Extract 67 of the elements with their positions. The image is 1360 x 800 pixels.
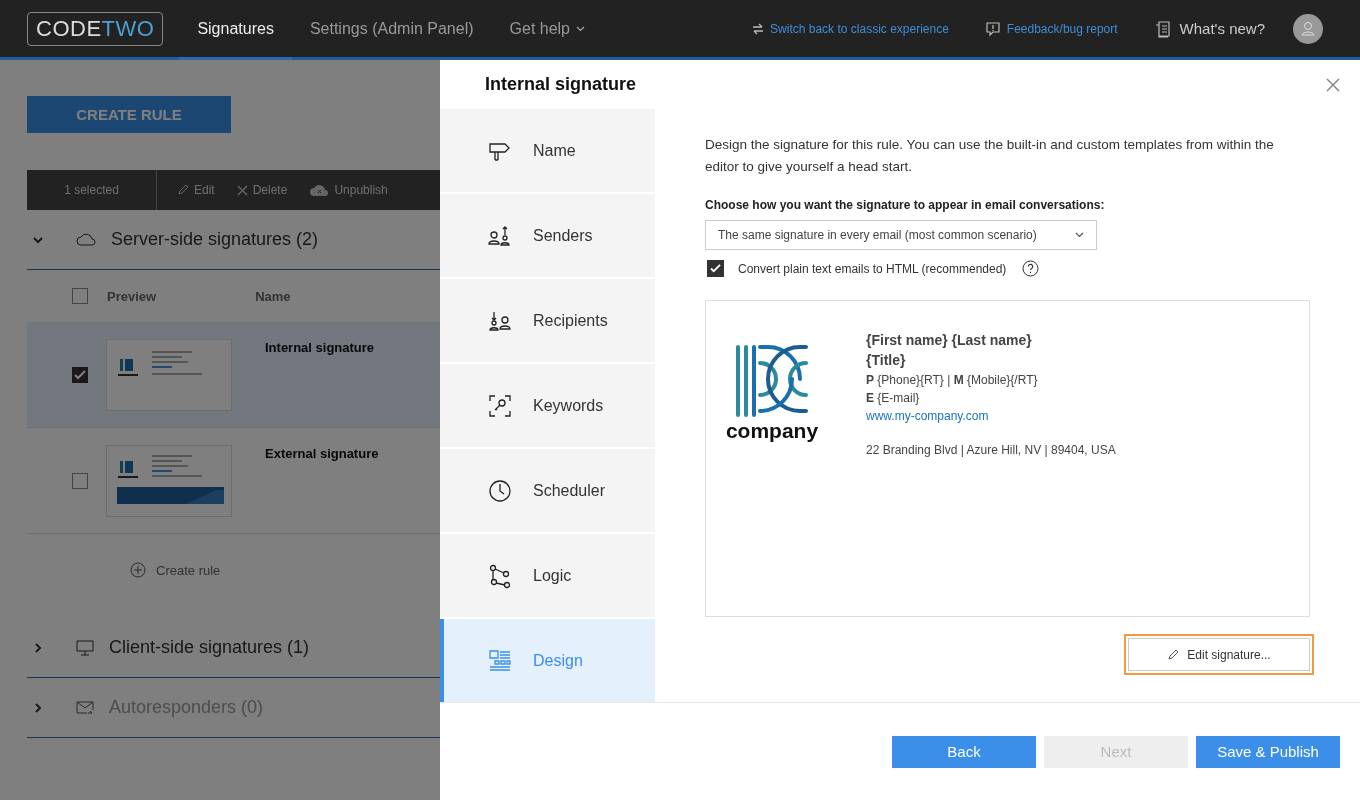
- email-line: E {E-mail}: [866, 390, 921, 407]
- close-icon[interactable]: [1326, 77, 1340, 92]
- cloud-icon: [309, 183, 330, 197]
- group-title[interactable]: Server-side signatures (2): [111, 229, 319, 250]
- column-header: Preview: [107, 288, 157, 304]
- wizard-step[interactable]: Senders: [440, 194, 655, 277]
- wizard-step[interactable]: Recipients: [440, 279, 655, 362]
- feedback-icon: [984, 20, 1001, 37]
- add-icon: [130, 562, 146, 578]
- nav-tab[interactable]: Settings (Admin Panel): [291, 0, 492, 60]
- caret-icon: [1075, 232, 1084, 238]
- unpublish-action[interactable]: Unpublish: [309, 183, 388, 197]
- wizard-step[interactable]: Scheduler: [440, 449, 655, 532]
- wizard-step[interactable]: Name: [440, 109, 655, 192]
- signature-title: {Title}: [866, 351, 907, 370]
- swap-icon: [752, 22, 765, 35]
- chevron-icon[interactable]: [33, 234, 43, 245]
- delete-action[interactable]: Delete: [236, 183, 288, 197]
- key-icon: [487, 392, 513, 419]
- address-line: 22 Branding Blvd | Azure Hill, NV | 89404, USA: [866, 443, 1116, 457]
- pencil-icon: [1167, 648, 1180, 661]
- rule-row[interactable]: Internal signature: [27, 322, 440, 428]
- rule-name: Internal signature: [265, 340, 375, 355]
- layout-icon: [487, 647, 513, 674]
- column-header: Name: [255, 288, 291, 304]
- wizard-step[interactable]: Logic: [440, 534, 655, 617]
- feedback-link[interactable]: Feedback/bug report: [1006, 21, 1118, 36]
- row-checkbox[interactable]: [72, 366, 88, 383]
- company-logo: company: [720, 331, 824, 443]
- avatar-icon[interactable]: [1293, 13, 1323, 44]
- row-checkbox[interactable]: [72, 472, 88, 489]
- group-title[interactable]: Client-side signatures (1): [109, 637, 310, 658]
- document-icon: [1153, 19, 1172, 38]
- checkbox-label: Convert plain text emails to HTML (recommended): [738, 261, 1007, 276]
- cloud-icon: [76, 232, 96, 247]
- classic-experience-link[interactable]: Switch back to classic experience: [770, 21, 949, 36]
- check-icon: [710, 264, 721, 273]
- create-rule-link[interactable]: Create rule: [130, 562, 221, 578]
- selected-count: 1 selected: [63, 183, 120, 197]
- intro-text: Design the signature for this rule. You can use the built-in and custom templates from within the editor to give yourself a head start.: [705, 136, 1275, 176]
- help-icon[interactable]: [1022, 260, 1040, 277]
- back-button[interactable]: Back: [892, 735, 1036, 768]
- field-label: Choose how you want the signature to appear in email conversations:: [705, 198, 1106, 212]
- codetwo-logo[interactable]: CODETWO: [27, 11, 164, 46]
- clock-icon: [487, 477, 513, 504]
- nodes-icon: [487, 562, 513, 589]
- nav-tab[interactable]: Get help: [491, 0, 603, 60]
- rule-name: External signature: [265, 446, 379, 461]
- monitor-icon: [76, 639, 94, 656]
- wizard-step[interactable]: Design: [440, 619, 655, 702]
- rule-row[interactable]: External signature: [27, 428, 440, 534]
- close-icon: [236, 184, 248, 196]
- mode-dropdown[interactable]: The same signature in every email (most common scenario): [705, 220, 1097, 250]
- whats-new-link[interactable]: What's new?: [1179, 20, 1265, 37]
- edit-action[interactable]: Edit: [177, 183, 215, 197]
- chevron-icon[interactable]: [33, 642, 43, 653]
- select-all-checkbox[interactable]: [72, 288, 88, 304]
- mail-icon: [76, 699, 94, 716]
- save-publish-button[interactable]: Save & Publish: [1196, 735, 1340, 768]
- panel-title: Internal signature: [485, 74, 637, 95]
- nav-tab[interactable]: Signatures: [179, 0, 292, 60]
- website-link[interactable]: www.my-company.com: [866, 407, 1116, 425]
- convert-checkbox[interactable]: [707, 260, 724, 277]
- signature-name: {First name} {Last name}: [866, 331, 1033, 349]
- pencil-icon: [177, 184, 189, 196]
- wizard-step[interactable]: Keywords: [440, 364, 655, 447]
- phone-line: P {Phone}{RT} | M {Mobile}{/RT}: [866, 372, 1039, 389]
